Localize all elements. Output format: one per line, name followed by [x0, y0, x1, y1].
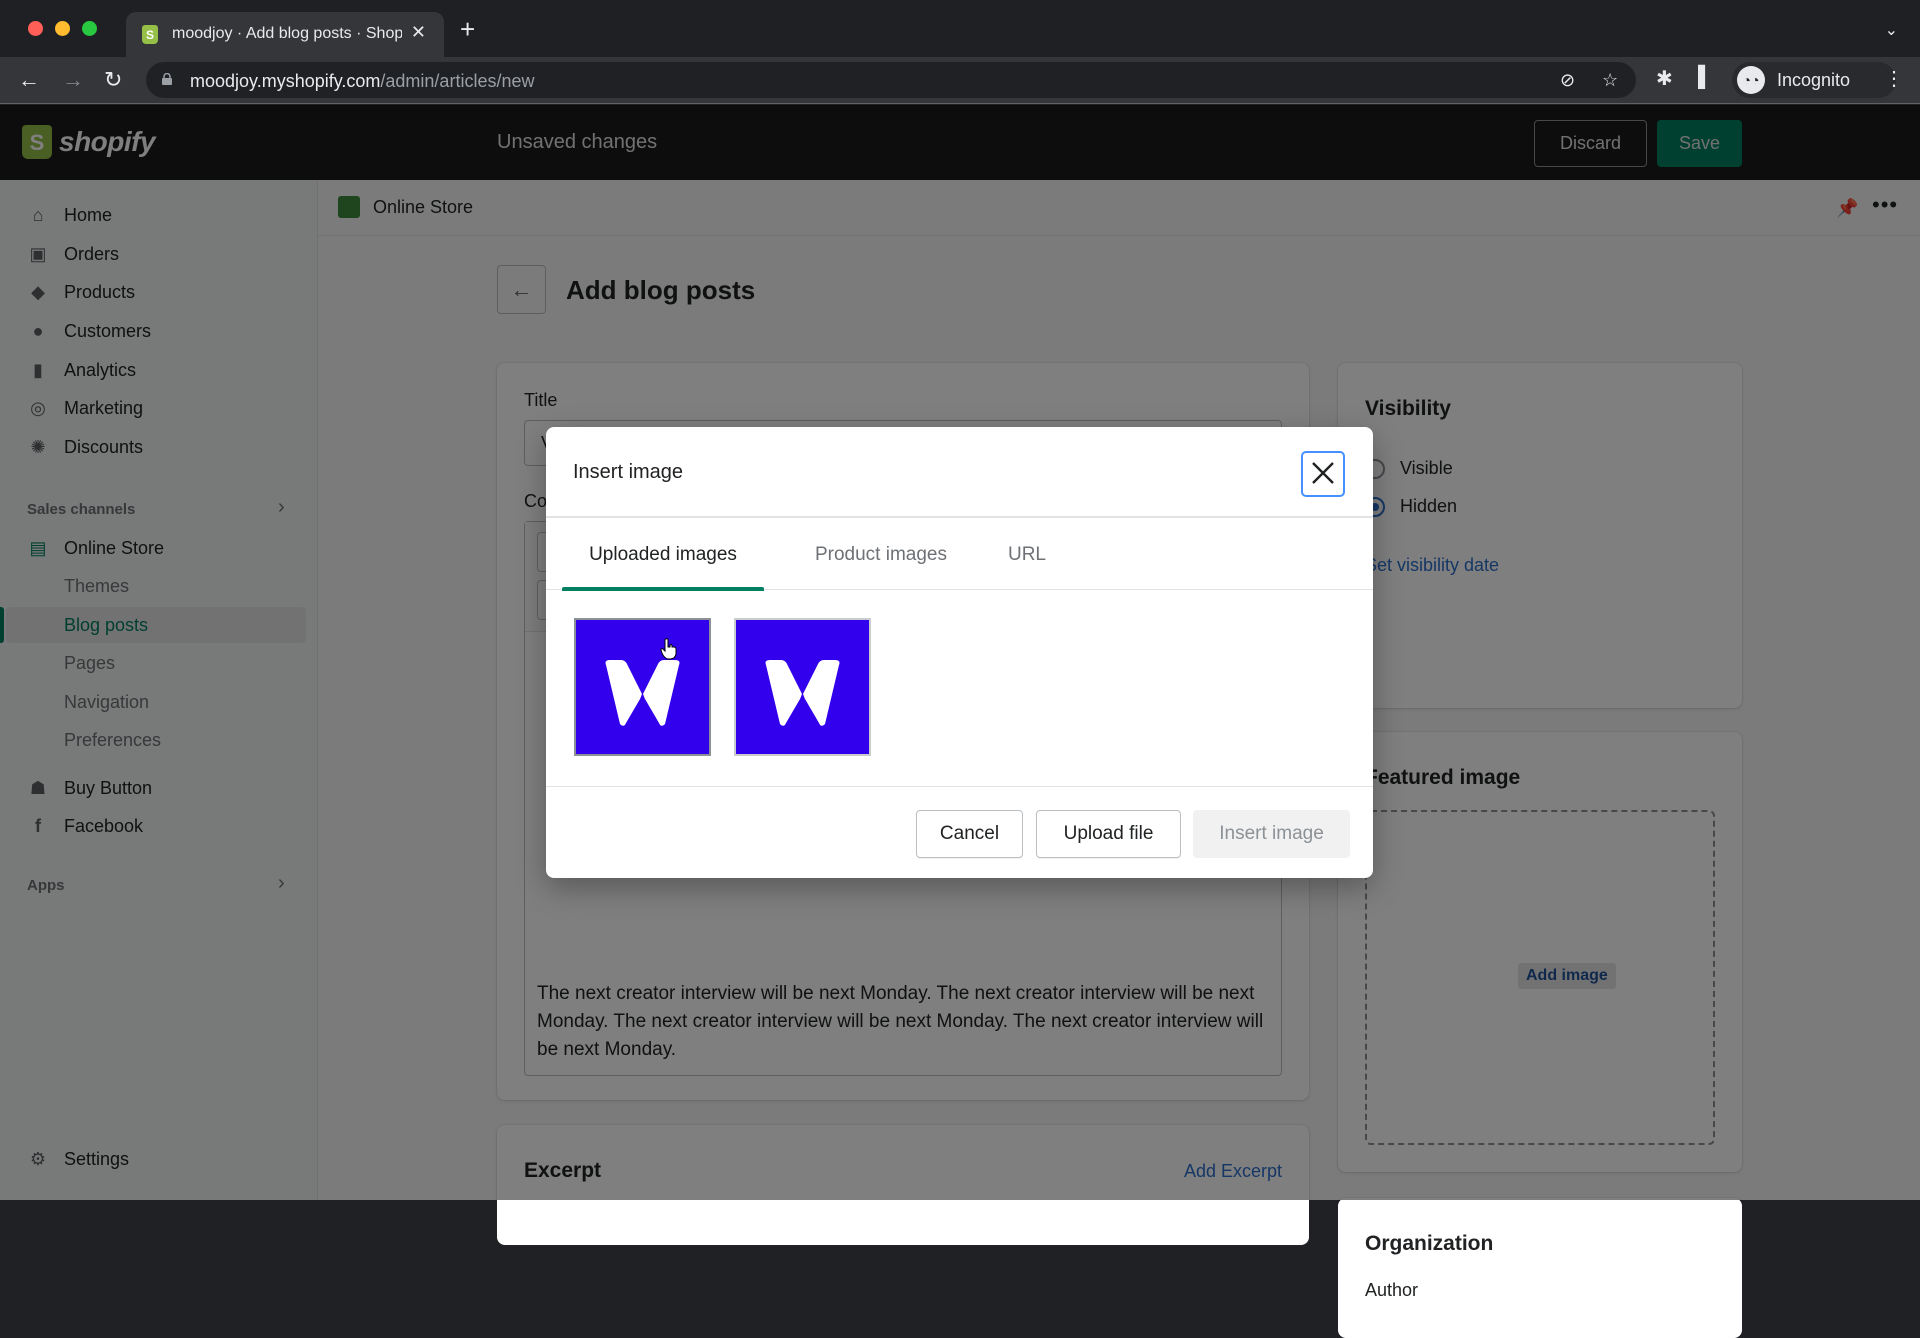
extensions-icon[interactable]: ✱	[1656, 66, 1673, 91]
close-tab-icon[interactable]: ✕	[411, 22, 426, 43]
star-icon[interactable]: ☆	[1602, 70, 1618, 91]
maximize-window-button[interactable]	[82, 21, 97, 36]
modal-title: Insert image	[573, 461, 684, 483]
minimize-window-button[interactable]	[55, 21, 70, 36]
uploaded-image-thumbnail[interactable]	[574, 618, 711, 756]
moodjoy-logo-icon	[605, 660, 680, 726]
hand-cursor-icon	[660, 638, 678, 665]
tab-label: Product images	[814, 544, 947, 565]
tab-label: URL	[1007, 544, 1046, 565]
url-host: moodjoy.myshopify.com	[190, 71, 381, 91]
browser-tab[interactable]: S moodjoy · Add blog posts · Shopify ✕	[126, 12, 444, 57]
lock-icon	[162, 73, 172, 85]
organization-card: Organization Author	[1338, 1198, 1742, 1338]
eye-off-icon[interactable]: ⊘	[1560, 70, 1575, 91]
side-panel-icon[interactable]: ▌	[1698, 66, 1712, 89]
back-icon[interactable]: ←	[18, 67, 40, 93]
tab-product-images[interactable]: Product images	[786, 518, 976, 590]
tab-title: moodjoy · Add blog posts · Shopify	[172, 25, 402, 42]
tab-label: Uploaded images	[589, 544, 737, 565]
url-path: /admin/articles/new	[380, 71, 535, 91]
upload-file-button[interactable]: Upload file	[1036, 810, 1181, 858]
url-input[interactable]: moodjoy.myshopify.com/admin/articles/new…	[146, 62, 1636, 98]
menu-icon[interactable]: ⋮	[1884, 66, 1904, 91]
browser-tab-bar: S moodjoy · Add blog posts · Shopify ✕ +…	[0, 0, 1920, 57]
incognito-icon: ◔◔	[1737, 66, 1765, 94]
incognito-profile-button[interactable]: ◔◔ Incognito	[1732, 62, 1896, 98]
cancel-button[interactable]: Cancel	[916, 810, 1023, 858]
organization-title: Organization	[1365, 1232, 1494, 1255]
reload-icon[interactable]: ↻	[104, 67, 122, 93]
url-text: moodjoy.myshopify.com/admin/articles/new	[190, 71, 534, 92]
new-tab-icon[interactable]: +	[460, 16, 475, 42]
modal-header: Insert image	[546, 427, 1373, 518]
close-icon	[1312, 461, 1334, 484]
uploaded-image-thumbnail[interactable]	[734, 618, 871, 756]
forward-icon[interactable]: →	[62, 67, 84, 93]
close-window-button[interactable]	[28, 21, 43, 36]
modal-footer: Cancel Upload file Insert image	[546, 786, 1373, 878]
author-label: Author	[1365, 1280, 1419, 1300]
modal-tabs: Uploaded images Product images URL	[546, 518, 1373, 591]
modal-close-button[interactable]	[1301, 451, 1345, 497]
active-tab-underline	[562, 587, 764, 591]
tab-search-chevron-icon[interactable]: ⌄	[1885, 20, 1898, 40]
tab-uploaded-images[interactable]: Uploaded images	[562, 518, 764, 591]
shopify-favicon-icon: S	[142, 25, 158, 44]
address-bar: ← → ↻ moodjoy.myshopify.com/admin/articl…	[0, 57, 1920, 104]
tab-url[interactable]: URL	[992, 518, 1062, 590]
incognito-label: Incognito	[1777, 70, 1851, 90]
moodjoy-logo-icon	[765, 660, 840, 726]
insert-image-button[interactable]: Insert image	[1193, 810, 1350, 858]
